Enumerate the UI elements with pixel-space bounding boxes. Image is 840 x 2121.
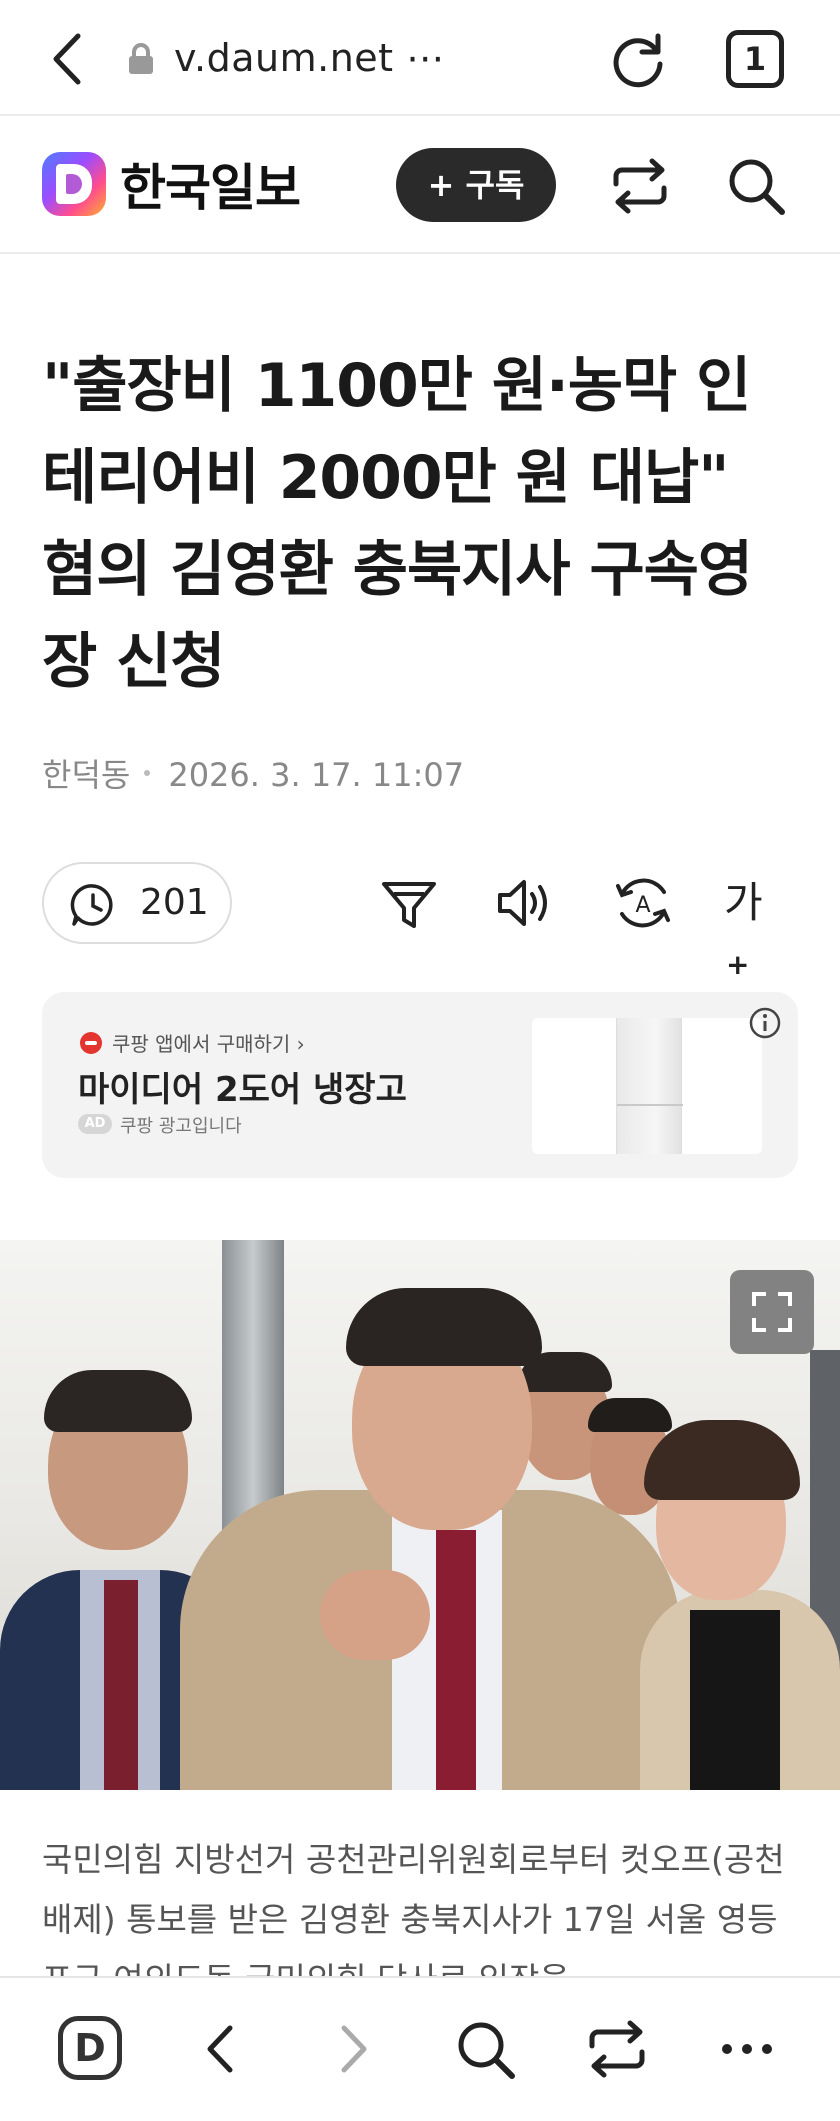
font-size-plus: + bbox=[726, 948, 750, 981]
ad-promo-link[interactable]: 쿠팡 앱에서 구매하기 › bbox=[112, 1028, 305, 1057]
article-headline: "출장비 1100만 원·농막 인테리어비 2000만 원 대납" 혐의 김영환… bbox=[42, 351, 753, 697]
person-center-hand bbox=[320, 1570, 430, 1660]
comment-button[interactable]: 201 bbox=[42, 862, 232, 944]
person-right-inner bbox=[690, 1610, 780, 1790]
lock-icon bbox=[129, 43, 153, 74]
article-byline: 한덕동 2026. 3. 17. 11:07 bbox=[42, 750, 464, 796]
nav-forward-icon[interactable] bbox=[318, 2014, 388, 2084]
info-icon[interactable] bbox=[748, 1006, 782, 1040]
translate-icon[interactable]: A bbox=[612, 872, 674, 934]
share-icon[interactable] bbox=[608, 156, 672, 216]
site-name[interactable]: 한국일보 bbox=[120, 148, 301, 220]
reload-icon[interactable] bbox=[606, 28, 670, 92]
browser-url-bar: v.daum.net ⋯ 1 bbox=[0, 0, 840, 116]
expand-icon[interactable] bbox=[730, 1270, 814, 1354]
font-size-label: 가 bbox=[724, 878, 763, 927]
ad-badge: AD bbox=[78, 1114, 112, 1134]
subscribe-button[interactable]: + 구독 bbox=[396, 148, 556, 222]
person-left-tie bbox=[104, 1580, 138, 1790]
person-center-hair bbox=[346, 1288, 542, 1366]
ad-note: 쿠팡 광고입니다 bbox=[120, 1116, 242, 1137]
nav-share-icon[interactable] bbox=[582, 2014, 652, 2084]
site-logo-icon[interactable] bbox=[42, 152, 106, 216]
nav-back-icon[interactable] bbox=[186, 2014, 256, 2084]
person-back-2-hair bbox=[588, 1398, 672, 1432]
article-photo[interactable] bbox=[0, 1240, 840, 1790]
svg-text:A: A bbox=[635, 893, 650, 918]
ad-product-title[interactable]: 마이디어 2도어 냉장고 bbox=[78, 1062, 407, 1111]
person-center-tie bbox=[436, 1530, 476, 1790]
author-name[interactable]: 한덕동 bbox=[42, 756, 130, 794]
font-size-button[interactable]: 가+ bbox=[724, 872, 786, 981]
ad-banner[interactable]: 쿠팡 앱에서 구매하기 › 마이디어 2도어 냉장고 AD 쿠팡 광고입니다 bbox=[42, 992, 798, 1178]
site-header: 한국일보 + 구독 bbox=[0, 118, 840, 254]
speaker-icon[interactable] bbox=[494, 872, 556, 934]
publish-datetime: 2026. 3. 17. 11:07 bbox=[168, 756, 465, 794]
comment-count: 201 bbox=[140, 882, 209, 923]
back-icon[interactable] bbox=[40, 24, 100, 94]
coupang-logo-icon bbox=[80, 1032, 102, 1054]
person-right-hair bbox=[644, 1420, 800, 1500]
search-icon[interactable] bbox=[724, 154, 788, 218]
comment-icon bbox=[70, 884, 113, 926]
person-left-hair bbox=[44, 1370, 192, 1432]
filter-icon[interactable] bbox=[378, 872, 440, 934]
ad-product-image[interactable] bbox=[532, 1018, 762, 1154]
url-text[interactable]: v.daum.net ⋯ bbox=[174, 36, 445, 80]
more-icon[interactable] bbox=[712, 2014, 782, 2084]
nav-search-icon[interactable] bbox=[450, 2014, 520, 2084]
refrigerator-image bbox=[616, 1018, 683, 1154]
browser-bottom-nav: D bbox=[0, 1976, 840, 2121]
separator-dot bbox=[144, 770, 151, 776]
daum-home-button[interactable]: D bbox=[58, 2016, 122, 2080]
tab-count-button[interactable]: 1 bbox=[726, 30, 784, 88]
